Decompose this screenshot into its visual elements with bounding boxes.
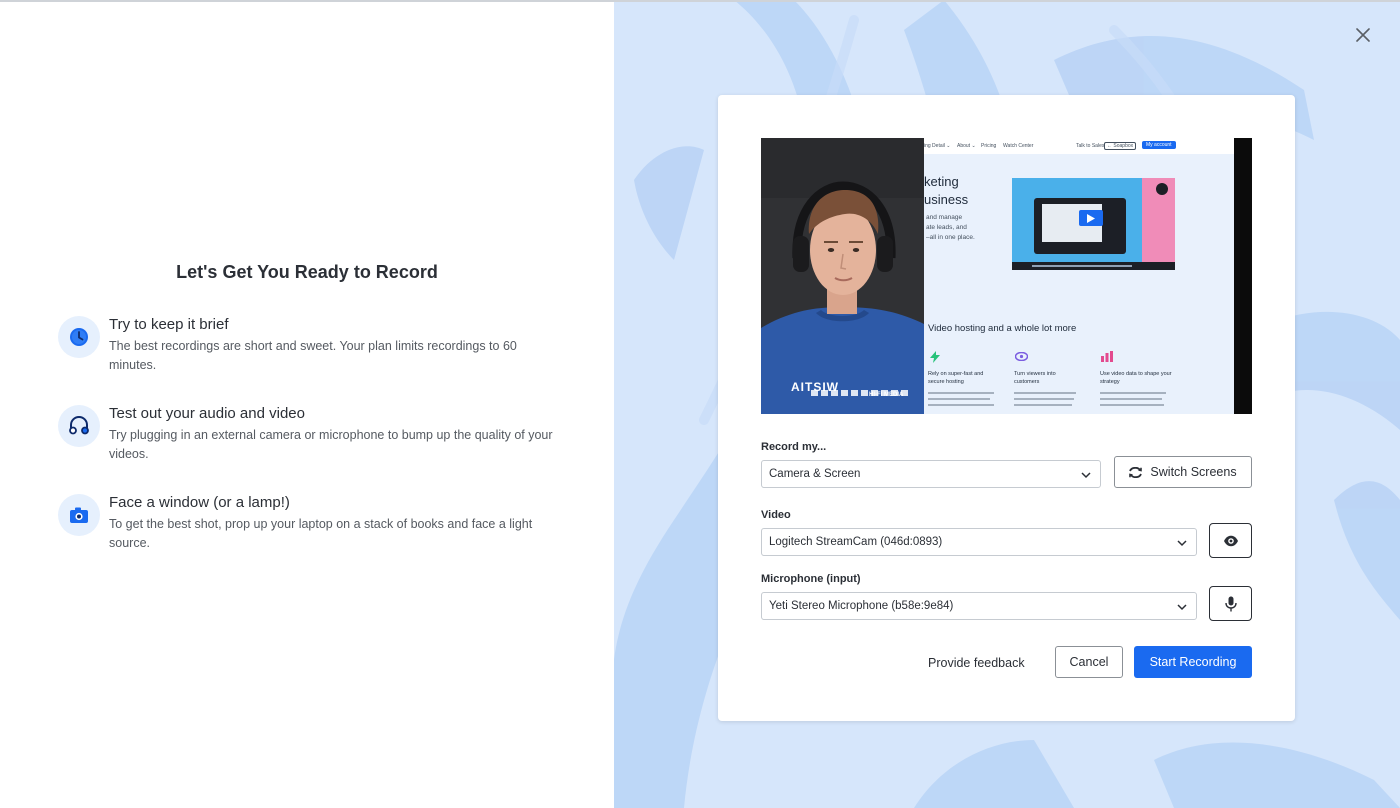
screen-edge bbox=[1234, 138, 1252, 414]
preview-headline: usiness bbox=[924, 192, 969, 207]
chevron-down-icon bbox=[1081, 472, 1091, 479]
tip-title: Face a window (or a lamp!) bbox=[109, 494, 290, 511]
microphone-label: Microphone (input) bbox=[761, 573, 861, 585]
tips-panel: Let's Get You Ready to Record Try to kee… bbox=[0, 0, 614, 808]
video-value: Logitech StreamCam (046d:0893) bbox=[769, 536, 943, 548]
recording-preview: AITSIW HI-FI MEDIA ing Detail ⌄ About ⌄ … bbox=[761, 138, 1252, 414]
microphone-select[interactable]: Yeti Stereo Microphone (b58e:9e84) bbox=[761, 592, 1197, 620]
eye-icon bbox=[1015, 352, 1028, 361]
camera-icon bbox=[58, 494, 100, 536]
nav-item: Watch Center bbox=[1003, 143, 1034, 149]
clock-icon bbox=[58, 316, 100, 358]
page-title: Let's Get You Ready to Record bbox=[176, 262, 438, 282]
cancel-button[interactable]: Cancel bbox=[1055, 646, 1123, 678]
provide-feedback-link[interactable]: Provide feedback bbox=[928, 656, 1025, 670]
camera-feed: AITSIW HI-FI MEDIA bbox=[761, 138, 924, 414]
tip-description: Try plugging in an external camera or mi… bbox=[109, 428, 553, 461]
feature-title: Rely on super-fast and secure hosting bbox=[928, 371, 984, 385]
nav-item: My account bbox=[1142, 141, 1176, 149]
video-select[interactable]: Logitech StreamCam (046d:0893) bbox=[761, 528, 1197, 556]
microphone-value: Yeti Stereo Microphone (b58e:9e84) bbox=[769, 600, 954, 612]
record-mode-label: Record my... bbox=[761, 441, 827, 453]
tip-description: To get the best shot, prop up your lapto… bbox=[109, 517, 533, 550]
tip-description: The best recordings are short and sweet.… bbox=[109, 339, 517, 372]
tip-title: Try to keep it brief bbox=[109, 316, 229, 333]
nav-item: Talk to Sales bbox=[1076, 143, 1105, 149]
start-recording-label: Start Recording bbox=[1149, 655, 1237, 669]
close-icon bbox=[1356, 28, 1370, 42]
eye-icon bbox=[1223, 535, 1238, 546]
preview-subline: –all in one place. bbox=[926, 234, 975, 241]
feature-title: Use video data to shape your strategy bbox=[1100, 371, 1172, 385]
volume-icon bbox=[1156, 183, 1168, 195]
headphones-icon bbox=[58, 405, 100, 447]
switch-icon bbox=[1129, 466, 1143, 478]
close-button[interactable] bbox=[1354, 26, 1372, 44]
nav-item: ing Detail ⌄ bbox=[924, 143, 951, 149]
nav-item: ← Soapbox bbox=[1104, 142, 1137, 150]
feature-title: Turn viewers into customers bbox=[1014, 371, 1056, 385]
shirt-text-right: HI-FI MEDIA bbox=[869, 392, 904, 398]
switch-screens-label: Switch Screens bbox=[1150, 465, 1237, 479]
record-mode-select[interactable]: Camera & Screen bbox=[761, 460, 1101, 488]
microphone-test-toggle[interactable] bbox=[1209, 586, 1252, 621]
microphone-icon bbox=[1224, 596, 1237, 611]
preview-video-toggle[interactable] bbox=[1209, 523, 1252, 558]
bar-chart-icon bbox=[1101, 351, 1113, 362]
preview-subline: ate leads, and bbox=[926, 224, 967, 231]
video-label: Video bbox=[761, 509, 791, 521]
nav-item: About ⌄ bbox=[957, 143, 976, 149]
screen-capture: ing Detail ⌄ About ⌄ Pricing Watch Cente… bbox=[924, 138, 1234, 414]
switch-screens-button[interactable]: Switch Screens bbox=[1114, 456, 1252, 488]
start-recording-button[interactable]: Start Recording bbox=[1134, 646, 1252, 678]
record-mode-value: Camera & Screen bbox=[769, 468, 861, 480]
top-divider bbox=[0, 0, 1400, 2]
preview-subline: and manage bbox=[926, 214, 963, 221]
play-icon bbox=[1079, 210, 1103, 226]
cancel-label: Cancel bbox=[1069, 655, 1109, 669]
preview-section-title: Video hosting and a whole lot more bbox=[928, 323, 1077, 334]
chevron-down-icon bbox=[1177, 540, 1187, 547]
recorder-card: AITSIW HI-FI MEDIA ing Detail ⌄ About ⌄ … bbox=[718, 95, 1295, 721]
lightning-icon bbox=[930, 351, 940, 363]
shirt-text-left: AITSIW bbox=[791, 380, 839, 394]
embedded-video-player bbox=[1012, 178, 1175, 270]
chevron-down-icon bbox=[1177, 604, 1187, 611]
preview-headline: keting bbox=[924, 174, 959, 189]
tip-title: Test out your audio and video bbox=[109, 405, 305, 422]
nav-item: Pricing bbox=[981, 143, 997, 149]
